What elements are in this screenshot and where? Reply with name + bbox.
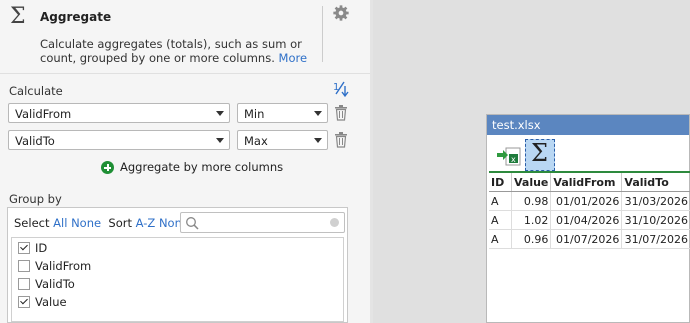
table-widget[interactable]: test.xlsx x Σ ID Value ValidFrom ValidTo…: [486, 114, 690, 323]
calculate-column-select-2[interactable]: ValidTo: [8, 130, 230, 150]
trash-icon[interactable]: [334, 132, 348, 148]
chevron-down-icon: [216, 138, 224, 143]
group-by-list: ID ValidFrom ValidTo Value: [11, 237, 344, 322]
group-by-label: Group by: [9, 192, 62, 206]
table-row: A 0.98 01/01/2026 31/03/2026: [489, 191, 690, 211]
widget-titlebar[interactable]: test.xlsx: [487, 115, 689, 135]
column-header[interactable]: ID: [489, 171, 512, 192]
checkbox-checked[interactable]: [18, 242, 30, 254]
calculate-function-value-1: Min: [244, 107, 265, 121]
table-cell: 01/01/2026: [550, 191, 623, 211]
aggregate-panel: Σ Aggregate Calculate aggregates (totals…: [0, 0, 370, 323]
group-by-box: Select All None Sort A-Z None ID ValidFr…: [7, 207, 348, 323]
table-cell: A: [489, 229, 512, 249]
swap-sort-icon[interactable]: 1: [332, 80, 350, 98]
table-cell: 1.02: [511, 210, 552, 230]
panel-description: Calculate aggregates (totals), such as s…: [40, 37, 315, 65]
plus-circle-icon: [101, 161, 114, 174]
widget-title: test.xlsx: [492, 118, 541, 132]
checkbox[interactable]: [18, 278, 30, 290]
chevron-down-icon: [314, 138, 322, 143]
table-row: A 1.02 01/04/2026 31/10/2026: [489, 210, 690, 230]
calculate-function-select-1[interactable]: Min: [237, 103, 328, 123]
description-text: Calculate aggregates (totals), such as s…: [40, 37, 302, 65]
table-row: A 0.96 01/07/2026 31/07/2026: [489, 229, 690, 249]
list-item-label: ID: [35, 241, 48, 255]
panel-title: Aggregate: [40, 10, 112, 24]
chevron-down-icon: [216, 111, 224, 116]
search-icon: [186, 217, 199, 230]
select-all-link[interactable]: All: [53, 216, 67, 230]
selection-toolbar: Select All None Sort A-Z None: [14, 216, 189, 230]
header-separator: [322, 6, 323, 62]
clear-search-icon[interactable]: [330, 218, 339, 227]
sigma-aggregate-icon[interactable]: Σ: [525, 139, 555, 171]
sigma-icon: Σ: [10, 4, 26, 29]
table-cell: 01/04/2026: [550, 210, 623, 230]
table-cell: 31/10/2026: [621, 210, 690, 230]
table-cell: 0.98: [511, 191, 552, 211]
list-item-label: ValidTo: [35, 277, 75, 291]
calculate-column-value-1: ValidFrom: [15, 107, 72, 121]
search-input[interactable]: [180, 212, 345, 233]
chevron-down-icon: [314, 111, 322, 116]
data-table: ID Value ValidFrom ValidTo A 0.98 01/01/…: [489, 171, 690, 249]
calculate-function-select-2[interactable]: Max: [237, 130, 328, 150]
table-cell: A: [489, 210, 512, 230]
svg-text:x: x: [511, 155, 516, 164]
sort-label: Sort: [108, 216, 132, 230]
more-link[interactable]: More: [279, 51, 308, 65]
divider: [0, 73, 370, 74]
gear-icon[interactable]: [332, 4, 350, 22]
trash-icon[interactable]: [334, 105, 348, 121]
select-label: Select: [14, 216, 50, 230]
column-header[interactable]: Value: [511, 171, 552, 192]
checkbox[interactable]: [18, 260, 30, 272]
select-none-link[interactable]: None: [71, 216, 101, 230]
checkbox-checked[interactable]: [18, 296, 30, 308]
excel-import-icon[interactable]: x: [495, 142, 523, 170]
column-header[interactable]: ValidFrom: [550, 171, 623, 192]
add-aggregate-label: Aggregate by more columns: [120, 160, 284, 174]
table-cell: 31/03/2026: [621, 191, 690, 211]
calculate-column-value-2: ValidTo: [15, 134, 55, 148]
calculate-function-value-2: Max: [244, 134, 268, 148]
table-cell: 0.96: [511, 229, 552, 249]
list-item-label: Value: [35, 295, 67, 309]
table-cell: 01/07/2026: [550, 229, 623, 249]
table-header-row: ID Value ValidFrom ValidTo: [489, 171, 690, 192]
calculate-label: Calculate: [9, 84, 63, 98]
table-cell: A: [489, 191, 512, 211]
list-item-label: ValidFrom: [35, 259, 92, 273]
sort-az-link[interactable]: A-Z: [136, 216, 156, 230]
column-header[interactable]: ValidTo: [621, 171, 690, 192]
table-cell: 31/07/2026: [621, 229, 690, 249]
calculate-column-select-1[interactable]: ValidFrom: [8, 103, 230, 123]
